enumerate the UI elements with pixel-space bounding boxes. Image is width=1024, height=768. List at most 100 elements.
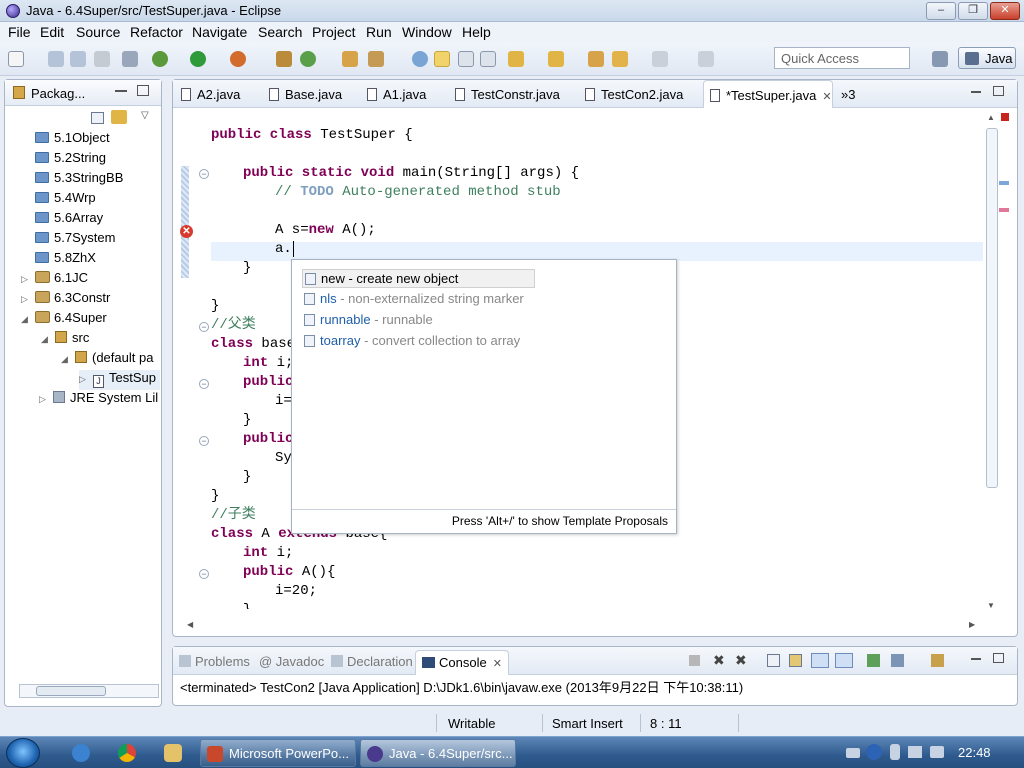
chrome-icon[interactable]: [118, 744, 136, 762]
skip-breakpoints-icon[interactable]: [122, 51, 138, 67]
new-icon[interactable]: [8, 51, 24, 67]
remove-all-icon[interactable]: ✖: [735, 652, 747, 669]
menu-search[interactable]: Search: [258, 24, 302, 40]
remove-launch-icon[interactable]: ✖: [713, 652, 725, 669]
fold-icon[interactable]: −: [199, 322, 209, 332]
tab-javadoc[interactable]: @ Javadoc: [259, 654, 324, 669]
display-console-icon[interactable]: [891, 654, 904, 667]
network-icon[interactable]: [890, 744, 900, 760]
taskbar-powerpoint[interactable]: Microsoft PowerPo...: [200, 739, 356, 767]
save-all-icon[interactable]: [70, 51, 86, 67]
terminate-icon[interactable]: [689, 655, 700, 666]
new-java-project-icon[interactable]: [276, 51, 292, 67]
menu-help[interactable]: Help: [462, 24, 491, 40]
maximize-view-icon[interactable]: [137, 85, 149, 96]
maximize-button[interactable]: ❐: [958, 2, 988, 20]
fold-icon[interactable]: −: [199, 436, 209, 446]
taskbar-eclipse[interactable]: Java - 6.4Super/src...: [360, 739, 516, 767]
proposal-item[interactable]: nls - non-externalized string marker: [302, 290, 530, 309]
minimize-view-icon[interactable]: [971, 658, 981, 660]
expand-arrow-icon[interactable]: ▷: [79, 374, 91, 385]
tab-declaration[interactable]: Declaration: [331, 654, 413, 669]
expand-arrow-icon[interactable]: ▷: [39, 394, 51, 405]
menu-run[interactable]: Run: [366, 24, 392, 40]
tree-item[interactable]: 5.1Object: [35, 130, 110, 150]
tab-testcon2-java[interactable]: TestCon2.java: [585, 80, 683, 108]
vertical-scrollbar-thumb[interactable]: [986, 128, 998, 488]
fold-icon[interactable]: −: [199, 569, 209, 579]
open-console-icon[interactable]: [931, 654, 944, 667]
overview-error-marker[interactable]: [999, 208, 1009, 212]
error-icon[interactable]: ✕: [180, 225, 193, 238]
open-type-icon[interactable]: [342, 51, 358, 67]
tab-testconstr-java[interactable]: TestConstr.java: [455, 80, 560, 108]
tab-a1-java[interactable]: A1.java: [367, 80, 426, 108]
expand-arrow-icon[interactable]: ▷: [21, 294, 33, 305]
tree-item[interactable]: ▷ JRE System Lil: [39, 390, 158, 410]
tree-item[interactable]: ◢ src: [41, 330, 89, 350]
run-icon[interactable]: [190, 51, 206, 67]
view-menu-icon[interactable]: ▽: [141, 110, 149, 121]
tree-item[interactable]: 5.4Wrp: [35, 190, 96, 210]
menu-file[interactable]: File: [8, 24, 31, 40]
external-tools-icon[interactable]: [230, 51, 246, 67]
scroll-lock-icon[interactable]: [789, 654, 802, 667]
expand-arrow-icon[interactable]: ▷: [21, 274, 33, 285]
fold-icon[interactable]: −: [199, 379, 209, 389]
proposal-item[interactable]: toarray - convert collection to array: [302, 332, 526, 351]
tab-a2-java[interactable]: A2.java: [181, 80, 240, 108]
overview-marker[interactable]: [999, 181, 1009, 185]
minimize-view-icon[interactable]: [115, 90, 127, 92]
start-button[interactable]: [6, 738, 40, 768]
collapse-arrow-icon[interactable]: ◢: [61, 354, 73, 365]
print-icon[interactable]: [94, 51, 110, 67]
explorer-icon[interactable]: [164, 744, 182, 762]
tree-item-selected[interactable]: ▷ J TestSup: [79, 370, 160, 390]
save-icon[interactable]: [48, 51, 64, 67]
tree-item[interactable]: 5.3StringBB: [35, 170, 123, 190]
horizontal-scrollbar[interactable]: [19, 684, 159, 698]
ie-icon[interactable]: [72, 744, 90, 762]
menu-refactor[interactable]: Refactor: [130, 24, 183, 40]
tree-item[interactable]: 5.2String: [35, 150, 106, 170]
menu-source[interactable]: Source: [76, 24, 120, 40]
proposal-item[interactable]: new - create new object: [302, 269, 535, 288]
minimize-button[interactable]: –: [926, 2, 956, 20]
show-stderr-icon[interactable]: [835, 653, 853, 668]
tab-close-icon[interactable]: ✕: [822, 91, 831, 103]
tree-item[interactable]: 5.6Array: [35, 210, 103, 230]
search-icon[interactable]: [368, 51, 384, 67]
menu-window[interactable]: Window: [402, 24, 452, 40]
pin-console-icon[interactable]: [867, 654, 880, 667]
menu-edit[interactable]: Edit: [40, 24, 64, 40]
menu-project[interactable]: Project: [312, 24, 356, 40]
open-perspective-icon[interactable]: [932, 51, 948, 67]
next-annotation-icon[interactable]: [508, 51, 524, 67]
maximize-view-icon[interactable]: [993, 653, 1004, 663]
tree-item[interactable]: 5.8ZhX: [35, 250, 96, 270]
collapse-arrow-icon[interactable]: ◢: [21, 314, 33, 325]
quick-access-input[interactable]: Quick Access: [774, 47, 910, 69]
tab-testsuper-java[interactable]: *TestSuper.java ✕: [703, 80, 833, 108]
minimize-editor-icon[interactable]: [971, 91, 981, 93]
menu-navigate[interactable]: Navigate: [192, 24, 247, 40]
tree-item[interactable]: ▷ 6.3Constr: [21, 290, 110, 310]
tree-item[interactable]: ◢ 6.4Super: [21, 310, 107, 330]
fold-icon[interactable]: −: [199, 169, 209, 179]
close-button[interactable]: ✕: [990, 2, 1020, 20]
block-selection-icon[interactable]: [458, 51, 474, 67]
scroll-down-icon[interactable]: ▼: [987, 601, 995, 610]
tree-item[interactable]: 5.7System: [35, 230, 115, 250]
error-overview-icon[interactable]: [1001, 113, 1009, 121]
tree-item[interactable]: ▷ 6.1JC: [21, 270, 88, 290]
forward-icon[interactable]: [652, 51, 668, 67]
tab-close-icon[interactable]: ✕: [493, 658, 502, 670]
mark-occurrences-icon[interactable]: [412, 51, 428, 67]
back-icon[interactable]: [612, 51, 628, 67]
debug-icon[interactable]: [152, 51, 168, 67]
last-edit-icon[interactable]: [588, 51, 604, 67]
scroll-right-icon[interactable]: ▶: [969, 620, 975, 629]
keyboard-icon[interactable]: [846, 748, 860, 758]
action-center-icon[interactable]: [908, 746, 922, 758]
help-icon[interactable]: [866, 744, 882, 760]
